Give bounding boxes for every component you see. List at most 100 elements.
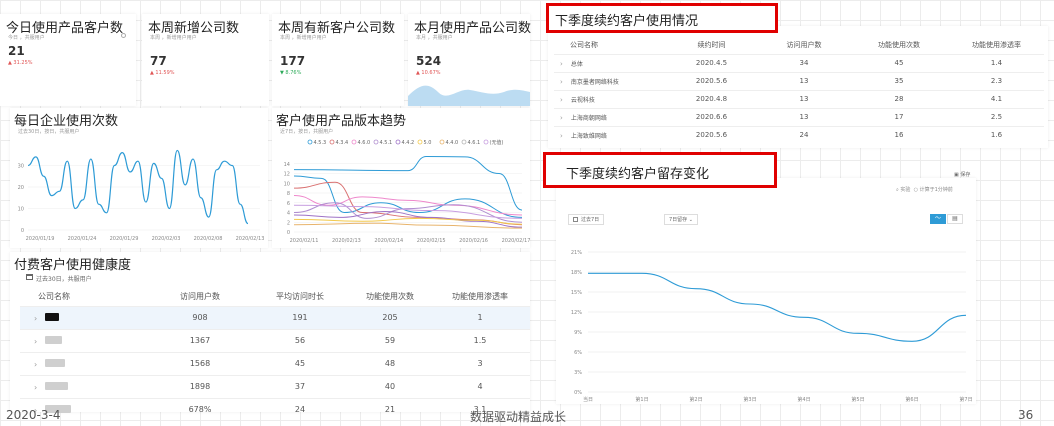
expand-icon[interactable]: › bbox=[34, 383, 37, 392]
y-tick-label: 12 bbox=[284, 172, 290, 178]
x-tick-label: 2020/02/17 bbox=[502, 238, 530, 244]
table-cell: 35 bbox=[894, 77, 904, 85]
y-tick-label: 10 bbox=[284, 181, 290, 187]
save-icon: ▣ bbox=[954, 172, 959, 178]
calendar-icon bbox=[573, 217, 578, 222]
table-row[interactable]: › 1367 56 59 1.5 bbox=[20, 329, 530, 352]
clock-icon: ○ bbox=[913, 187, 918, 193]
expand-icon[interactable]: › bbox=[560, 132, 563, 140]
company-name: 南京墨者网络科技 bbox=[570, 78, 619, 86]
company-cell: › bbox=[20, 352, 150, 375]
table-row[interactable]: › 上海致维网络 2020.5.6 24 16 1.6 bbox=[554, 126, 1044, 144]
legend-label: 4.4.0 bbox=[446, 140, 459, 146]
table-row[interactable]: › 云视科技 2020.4.8 13 28 4.1 bbox=[554, 90, 1044, 108]
metric-select[interactable]: 7日留存 ⌄ bbox=[664, 214, 698, 225]
panel-title: 付费客户使用健康度 bbox=[14, 258, 132, 273]
version-trend-chart: 4.5.3 4.3.4 4.6.0 4.5.1 4.4.2 5.0 4.4.0 4.6.1 (无… bbox=[284, 139, 530, 244]
save-button[interactable]: ▣ 保存 bbox=[950, 170, 974, 179]
table-cell: 34 bbox=[799, 59, 809, 67]
legend-label: 4.5.1 bbox=[380, 140, 393, 146]
table-header-row: 公司名称 访问用户数 平均访问时长 功能使用次数 功能使用渗透率 bbox=[20, 288, 530, 306]
panel-title: 客户使用产品版本趋势 bbox=[276, 114, 407, 129]
table-cell: 17 bbox=[894, 113, 904, 121]
table-cell: 48 bbox=[384, 359, 396, 368]
col-header: 公司名称 bbox=[38, 292, 70, 302]
kpi-card-week-new: 本周新增公司数 本周 ，新增用户用户 77 ▲ 11.59% bbox=[142, 14, 269, 106]
table-row[interactable]: › 总体 2020.4.5 34 45 1.4 bbox=[554, 54, 1044, 72]
x-tick-label: 2020/01/19 bbox=[26, 236, 55, 242]
col-header: 功能使用渗透率 bbox=[972, 40, 1021, 49]
table-row[interactable]: › 908 191 205 1 bbox=[20, 306, 530, 329]
health-panel: 付费客户使用健康度 过去30日，共服用户 公司名称 访问用户数 平均访问时长 功… bbox=[10, 252, 530, 415]
kpi-sparkline bbox=[408, 85, 530, 106]
x-tick-label: 第2日 bbox=[689, 396, 702, 402]
legend-swatch bbox=[351, 139, 357, 145]
table-cell: 37 bbox=[294, 382, 306, 391]
legend-label: 4.6.1 bbox=[468, 140, 481, 146]
table-row[interactable]: › 1898 37 40 4 bbox=[20, 375, 530, 398]
y-tick-label: 12% bbox=[571, 310, 582, 316]
retention-title: 下季度续约客户留存变化 bbox=[543, 152, 777, 188]
y-tick-label: 14 bbox=[284, 162, 290, 168]
y-tick-label: 15% bbox=[571, 290, 582, 296]
legend-swatch bbox=[461, 139, 467, 145]
company-cell: › 南京墨者网络科技 bbox=[554, 72, 664, 90]
table-row[interactable]: › 上海商朝网络 2020.6.6 13 17 2.5 bbox=[554, 108, 1044, 126]
legend-label: 4.5.3 bbox=[314, 140, 327, 146]
col-header: 公司名称 bbox=[570, 40, 598, 49]
y-tick-label: 6% bbox=[574, 350, 582, 356]
save-label: 保存 bbox=[960, 172, 971, 178]
expand-icon[interactable]: › bbox=[560, 114, 563, 122]
expand-icon[interactable]: › bbox=[560, 96, 563, 104]
legend-swatch bbox=[417, 139, 423, 145]
table-cell: 2020.6.6 bbox=[695, 113, 728, 121]
version-series-line bbox=[293, 222, 523, 229]
kpi-card-week-company: 本周有新客户公司数 本周 ，新增用户用户 177 ▼ 8.76% bbox=[272, 14, 404, 106]
kpi-delta: ▼ 8.76% bbox=[280, 70, 302, 76]
col-header: 功能使用次数 bbox=[878, 40, 920, 49]
retention-actions: ⌕ 实验 ○ 计算于1分钟前 bbox=[896, 186, 953, 193]
expand-icon[interactable]: › bbox=[34, 314, 37, 323]
panel-subtitle: 过去30日，共服用户 bbox=[36, 276, 92, 283]
table-row[interactable]: › 南京墨者网络科技 2020.5.6 13 35 2.3 bbox=[554, 72, 1044, 90]
line-chart-toggle[interactable]: 〜 bbox=[930, 214, 946, 224]
y-tick-label: 21% bbox=[571, 250, 582, 256]
table-cell: 2020.5.6 bbox=[695, 131, 728, 140]
company-name: 上海致维网络 bbox=[570, 132, 607, 140]
x-tick-label: 2020/02/08 bbox=[194, 236, 223, 242]
expand-icon[interactable]: › bbox=[560, 60, 563, 68]
company-cell: › bbox=[20, 306, 150, 329]
table-cell: 4 bbox=[477, 382, 483, 391]
x-tick-label: 2020/02/16 bbox=[459, 238, 488, 244]
table-cell: 45 bbox=[294, 359, 306, 368]
kpi-subtitle: 本月 ，共服用户 bbox=[416, 35, 453, 41]
x-tick-label: 第7日 bbox=[959, 396, 972, 402]
expand-icon[interactable]: › bbox=[560, 78, 563, 86]
kpi-delta: ▲ 11.59% bbox=[150, 70, 175, 76]
expand-icon[interactable]: › bbox=[34, 360, 37, 369]
expand-icon[interactable]: › bbox=[34, 337, 37, 346]
company-cell: › 上海致维网络 bbox=[554, 126, 664, 144]
x-tick-label: 第4日 bbox=[797, 396, 810, 402]
table-row[interactable]: › 678% 24 21 3.1 bbox=[20, 398, 530, 421]
panel-subtitle: 近7日，按日，共服用户 bbox=[280, 129, 334, 135]
table-cell: 4.1 bbox=[990, 95, 1003, 103]
legend-swatch bbox=[439, 139, 445, 145]
calendar-icon bbox=[26, 274, 33, 280]
table-cell: 1.5 bbox=[473, 336, 487, 345]
table-cell: 28 bbox=[894, 95, 904, 103]
table-cell: 1898 bbox=[189, 382, 211, 391]
date-range-picker[interactable]: 过去7日 bbox=[568, 214, 605, 225]
table-cell: 3 bbox=[477, 359, 483, 368]
action-label[interactable]: 实验 bbox=[900, 187, 910, 193]
table-cell: 13 bbox=[799, 113, 809, 121]
table-cell: 1367 bbox=[189, 336, 211, 345]
x-tick-label: 2020/01/24 bbox=[68, 236, 97, 242]
table-cell: 24 bbox=[294, 405, 306, 415]
kpi-value: 177 bbox=[280, 54, 306, 68]
footer-page-number: 36 bbox=[1018, 408, 1034, 422]
kpi-value: 21 bbox=[8, 44, 25, 58]
table-view-toggle[interactable]: ▤ bbox=[947, 214, 963, 224]
x-tick-label: 2020/02/03 bbox=[152, 236, 181, 242]
table-row[interactable]: › 1568 45 48 3 bbox=[20, 352, 530, 375]
